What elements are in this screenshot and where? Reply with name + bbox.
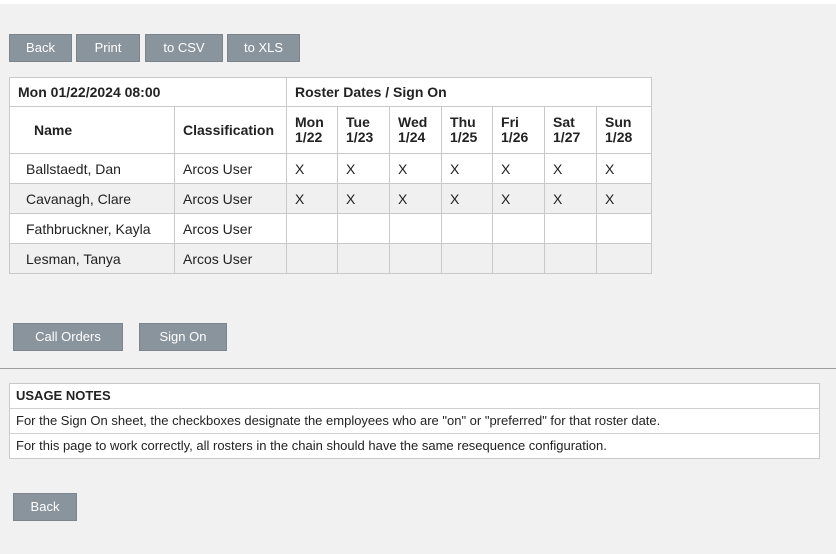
back-button[interactable]: Back [9, 34, 72, 62]
column-header-day: Tue 1/23 [337, 106, 391, 154]
roster-table: Mon 01/22/2024 08:00 Roster Dates / Sign… [8, 77, 653, 274]
sign-on-cell[interactable] [389, 243, 443, 274]
column-header-day: Fri 1/26 [492, 106, 546, 154]
table-row: Lesman, Tanya Arcos User [9, 243, 653, 274]
sign-on-cell[interactable] [544, 243, 598, 274]
sign-on-cell[interactable]: X [596, 183, 653, 214]
print-button[interactable]: Print [76, 34, 140, 62]
table-row: Cavanagh, Clare Arcos User X X X X X X X [9, 183, 653, 214]
sign-on-cell[interactable]: X [389, 183, 443, 214]
sign-on-cell[interactable]: X [441, 153, 494, 184]
sign-on-cell[interactable]: X [544, 183, 598, 214]
sign-on-cell[interactable] [596, 243, 653, 274]
usage-notes-panel: USAGE NOTES For the Sign On sheet, the c… [9, 383, 820, 459]
sign-on-cell[interactable]: X [337, 183, 391, 214]
column-header-day: Wed 1/24 [389, 106, 443, 154]
column-header-day: Mon 1/22 [286, 106, 339, 154]
top-strip [0, 0, 836, 4]
sign-on-cell[interactable] [441, 243, 494, 274]
to-xls-button[interactable]: to XLS [227, 34, 300, 62]
sign-on-cell[interactable] [389, 213, 443, 244]
employee-name: Cavanagh, Clare [9, 183, 175, 214]
employee-classification: Arcos User [173, 213, 288, 244]
sign-on-cell[interactable] [596, 213, 653, 244]
roster-datetime: Mon 01/22/2024 08:00 [8, 77, 288, 107]
sign-on-cell[interactable]: X [389, 153, 443, 184]
sign-on-cell[interactable]: X [544, 153, 598, 184]
sign-on-cell[interactable]: X [286, 153, 339, 184]
sign-on-cell[interactable]: X [492, 153, 546, 184]
to-csv-button[interactable]: to CSV [145, 34, 223, 62]
sign-on-cell[interactable]: X [492, 183, 546, 214]
sign-on-cell[interactable]: X [596, 153, 653, 184]
employee-name: Fathbruckner, Kayla [9, 213, 175, 244]
sign-on-cell[interactable]: X [441, 183, 494, 214]
sign-on-cell[interactable] [441, 213, 494, 244]
sign-on-cell[interactable] [492, 213, 546, 244]
column-header-day: Sat 1/27 [544, 106, 598, 154]
column-header-name: Name [9, 106, 175, 154]
employee-classification: Arcos User [173, 183, 288, 214]
sign-on-cell[interactable] [544, 213, 598, 244]
sign-on-button[interactable]: Sign On [139, 323, 227, 351]
sign-on-cell[interactable]: X [286, 183, 339, 214]
sign-on-cell[interactable] [337, 243, 391, 274]
usage-notes-title: USAGE NOTES [16, 388, 111, 403]
column-header-day: Sun 1/28 [596, 106, 653, 154]
table-row: Fathbruckner, Kayla Arcos User [9, 213, 653, 244]
sign-on-cell[interactable] [286, 243, 339, 274]
employee-name: Lesman, Tanya [9, 243, 175, 274]
table-row: Ballstaedt, Dan Arcos User X X X X X X X [9, 153, 653, 184]
call-orders-button[interactable]: Call Orders [13, 323, 123, 351]
sign-on-cell[interactable] [286, 213, 339, 244]
employee-classification: Arcos User [173, 153, 288, 184]
usage-note: For the Sign On sheet, the checkboxes de… [10, 408, 819, 433]
sign-on-cell[interactable]: X [337, 153, 391, 184]
employee-classification: Arcos User [173, 243, 288, 274]
employee-name: Ballstaedt, Dan [9, 153, 175, 184]
sign-on-cell[interactable] [337, 213, 391, 244]
roster-dates-header: Roster Dates / Sign On [286, 77, 653, 107]
footer-back-button[interactable]: Back [13, 493, 77, 521]
sign-on-cell[interactable] [492, 243, 546, 274]
usage-note: For this page to work correctly, all ros… [10, 433, 819, 458]
column-header-classification: Classification [173, 106, 288, 154]
section-divider [0, 368, 836, 369]
column-header-day: Thu 1/25 [441, 106, 494, 154]
